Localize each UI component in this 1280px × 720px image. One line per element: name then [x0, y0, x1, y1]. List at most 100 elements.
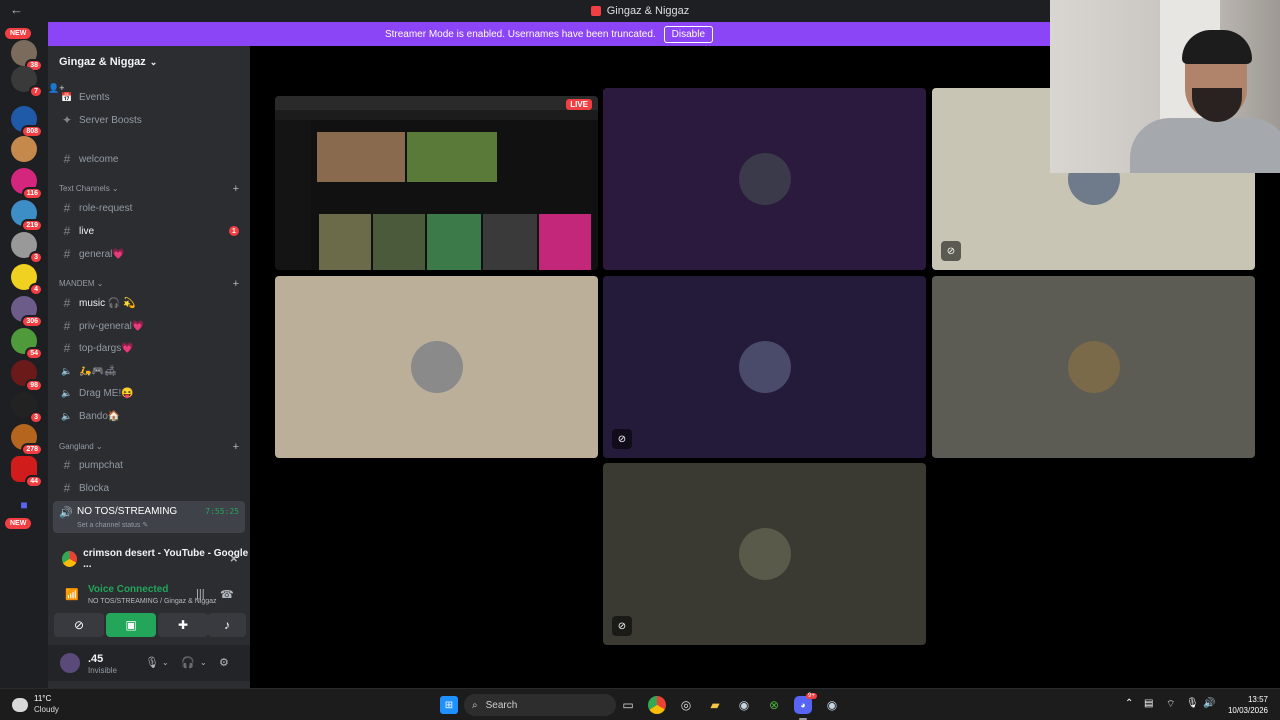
server-icon[interactable]: 116 — [11, 168, 43, 200]
server-icon[interactable]: 7 — [11, 66, 43, 98]
folder-icon[interactable]: ■ — [11, 492, 37, 518]
add-channel-icon[interactable]: + — [233, 441, 239, 453]
channel-events[interactable]: 📅 Events — [53, 86, 245, 108]
hash-icon: # — [63, 201, 71, 215]
channel-welcome[interactable]: # welcome — [53, 148, 245, 170]
avatar — [738, 153, 791, 205]
server-icon[interactable] — [11, 136, 37, 162]
video-thumbnail — [427, 214, 481, 270]
channel-live[interactable]: # live 1 — [53, 220, 245, 242]
username[interactable]: .45 — [88, 653, 103, 665]
channel-status-link[interactable]: Set a channel status ✎ — [77, 521, 148, 529]
window-title: Gingaz & Niggaz — [606, 5, 690, 17]
voice-channel-bando[interactable]: 🔈 Bando🏠 — [53, 405, 245, 427]
chrome-icon — [62, 551, 78, 567]
muted-icon: ⊘ — [941, 241, 961, 261]
screen-share-button[interactable]: ▣ — [106, 613, 156, 637]
clock-time: 13:57 — [1247, 695, 1268, 704]
chevron-down-icon: ⌄ — [149, 56, 158, 67]
server-icon[interactable]: 219 — [11, 200, 43, 232]
tray-overflow-icon[interactable]: ⌃ — [1125, 698, 1133, 709]
muted-icon: ⊘ — [612, 616, 632, 636]
channel-music[interactable]: # music 🎧 💫 — [53, 292, 245, 314]
voice-channel[interactable]: 🔈 🛵🎮🛋 — [53, 360, 245, 382]
screen-share-icon: ▣ — [125, 618, 137, 632]
github-icon[interactable]: ◎ — [677, 696, 695, 714]
clock[interactable]: 13:57 10/03/2026 — [1228, 694, 1268, 716]
chrome-icon[interactable] — [648, 696, 666, 714]
headphones-icon[interactable]: 🎧 — [181, 656, 195, 669]
activities-button[interactable]: ✚ — [158, 613, 208, 637]
server-icon[interactable]: 38 — [11, 40, 43, 72]
youtube-sidebar — [275, 120, 311, 270]
network-icon[interactable]: ▤ — [1144, 698, 1153, 709]
channel-pumpchat[interactable]: # pumpchat — [53, 454, 245, 476]
microphone-icon[interactable]: 🎙 — [145, 656, 159, 669]
channel-top-dargs[interactable]: # top-dargs💗 — [53, 337, 245, 359]
speaker-icon: 🔈 — [61, 410, 73, 421]
disconnect-icon[interactable]: ☎ — [220, 588, 234, 601]
voice-channel-drag-me[interactable]: 🔈 Drag ME!😝 — [53, 382, 245, 404]
volume-icon[interactable]: 🔊 — [1203, 698, 1215, 709]
channel-general[interactable]: # general💗 — [53, 243, 245, 265]
screen-share-tile[interactable]: LIVE — [275, 96, 598, 270]
steam-icon[interactable]: ◉ — [735, 696, 753, 714]
participant-tile[interactable] — [932, 276, 1255, 458]
channel-server-boosts[interactable]: ✦ Server Boosts — [53, 109, 245, 131]
channel-blocka[interactable]: # Blocka — [53, 477, 245, 499]
server-icon[interactable]: 4 — [11, 264, 43, 296]
avatar[interactable] — [60, 653, 80, 673]
channel-label: pumpchat — [79, 459, 123, 471]
back-arrow-icon[interactable]: ← — [10, 2, 23, 17]
xbox-icon[interactable]: ⊗ — [765, 696, 783, 714]
chevron-down-icon[interactable]: ⌄ — [200, 658, 207, 667]
server-badge: 3 — [29, 411, 43, 424]
voice-status-title[interactable]: Voice Connected — [88, 584, 168, 595]
wifi-icon[interactable]: ⌔ — [1166, 698, 1175, 711]
category-gangland[interactable]: Gangland ⌄ + — [59, 441, 239, 453]
add-channel-icon[interactable]: + — [233, 183, 239, 195]
server-icon[interactable]: 808 — [11, 106, 43, 138]
server-icon[interactable]: 44 — [11, 456, 43, 488]
server-icon[interactable]: 98 — [11, 360, 43, 392]
signal-icon[interactable]: 📶 — [65, 588, 79, 601]
participant-tile[interactable]: ⊘ — [603, 276, 926, 458]
server-icon[interactable]: 3 — [11, 232, 43, 264]
video-thumbnail — [483, 214, 537, 270]
active-voice-channel[interactable]: 🔊 NO TOS/STREAMING 7:55:25 Set a channel… — [53, 501, 245, 533]
camera-off-button[interactable]: ⊘ — [54, 613, 104, 637]
close-icon[interactable]: ✕ — [230, 554, 238, 565]
windows-start-icon[interactable]: ⊞ — [440, 696, 458, 714]
video-thumbnail — [539, 214, 591, 270]
server-icon[interactable]: 278 — [11, 424, 43, 456]
chevron-down-icon[interactable]: ⌄ — [162, 658, 169, 667]
steam-client-icon[interactable]: ◉ — [823, 696, 841, 714]
participant-tile[interactable]: ⊘ — [603, 463, 926, 645]
activity-panel[interactable]: crimson desert - YouTube - Google ... ✕ — [48, 543, 250, 575]
participant-tile[interactable] — [275, 276, 598, 458]
file-explorer-icon[interactable]: ▰ — [706, 696, 724, 714]
voice-connected-panel: 📶 Voice Connected NO TOS/STREAMING / Gin… — [48, 580, 250, 610]
participant-tile[interactable] — [603, 88, 926, 270]
channel-role-request[interactable]: # role-request — [53, 197, 245, 219]
settings-gear-icon[interactable]: ⚙ — [219, 656, 229, 669]
microphone-icon[interactable]: 🎙 — [1186, 698, 1199, 709]
add-channel-icon[interactable]: + — [233, 278, 239, 290]
channel-priv-general[interactable]: # priv-general💗 — [53, 315, 245, 337]
task-view-icon[interactable]: ▭ — [619, 696, 637, 714]
browser-toolbar — [275, 110, 598, 120]
server-icon[interactable]: 3 — [11, 392, 43, 424]
server-icon[interactable]: 54 — [11, 328, 43, 360]
disable-button[interactable]: Disable — [663, 25, 714, 43]
activities-icon: ✚ — [177, 618, 189, 632]
server-icon[interactable]: 306 — [11, 296, 43, 328]
search-box[interactable]: ⌕ Search — [464, 694, 616, 716]
soundboard-icon: ♪ — [224, 618, 230, 632]
guild-header[interactable]: Gingaz & Niggaz ⌄ — [48, 46, 250, 78]
server-badge: 219 — [21, 219, 43, 232]
soundboard-button[interactable]: ♪ — [208, 613, 246, 637]
category-mandem[interactable]: MANDEM ⌄ + — [59, 278, 239, 290]
noise-suppression-icon[interactable]: ||| — [196, 588, 205, 600]
channel-label: 🛵🎮🛋 — [79, 365, 117, 377]
category-text-channels[interactable]: Text Channels ⌄ + — [59, 183, 239, 195]
